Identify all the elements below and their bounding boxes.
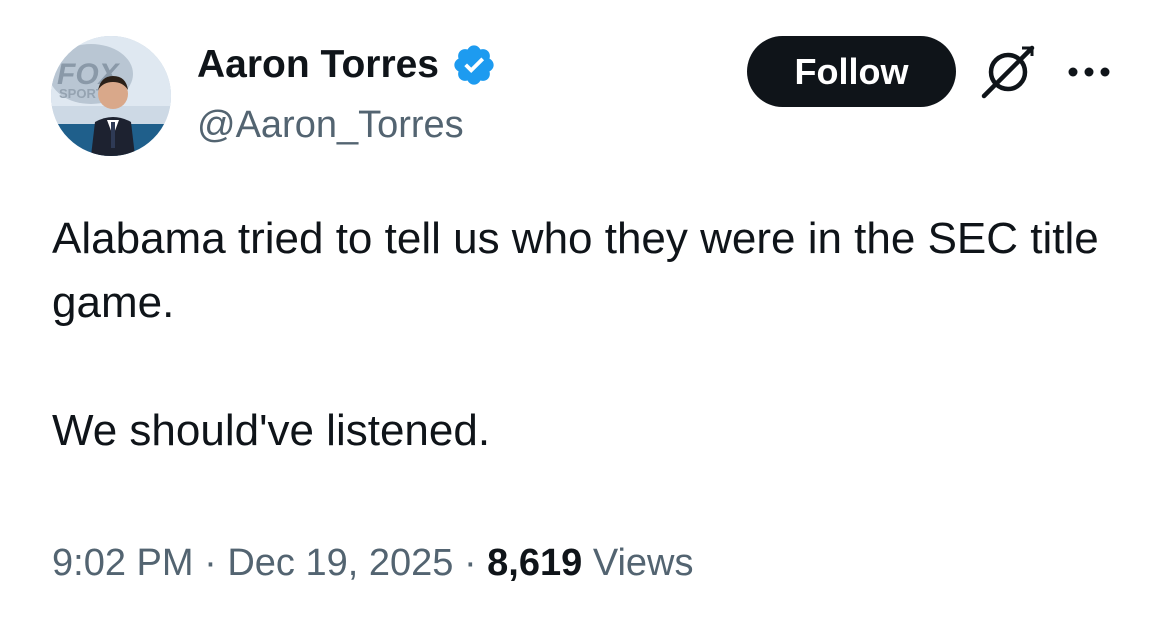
tweet-paragraph: We should've listened. xyxy=(52,406,491,455)
verified-badge-icon[interactable] xyxy=(451,42,497,88)
meta-separator: · xyxy=(204,542,217,584)
tweet-paragraph: Alabama tried to tell us who they were i… xyxy=(52,214,1099,327)
tweet-text: Alabama tried to tell us who they were i… xyxy=(52,207,1132,463)
author-handle[interactable]: @Aaron_Torres xyxy=(197,101,464,149)
avatar[interactable]: FOX SPORTS xyxy=(51,36,171,156)
follow-button[interactable]: Follow xyxy=(747,36,956,107)
tweet-time[interactable]: 9:02 PM xyxy=(52,542,194,584)
grok-icon[interactable] xyxy=(978,44,1038,100)
views-label[interactable]: Views xyxy=(593,542,694,584)
author-display-name[interactable]: Aaron Torres xyxy=(197,40,497,90)
meta-separator: · xyxy=(463,542,477,584)
author-name-text[interactable]: Aaron Torres xyxy=(197,40,439,90)
tweet-meta: 9:02 PM · Dec 19, 2025 · 8,619 Views xyxy=(52,537,694,589)
views-count[interactable]: 8,619 xyxy=(487,542,582,584)
more-options-icon[interactable] xyxy=(1066,58,1112,86)
tweet-date[interactable]: Dec 19, 2025 xyxy=(227,542,453,584)
